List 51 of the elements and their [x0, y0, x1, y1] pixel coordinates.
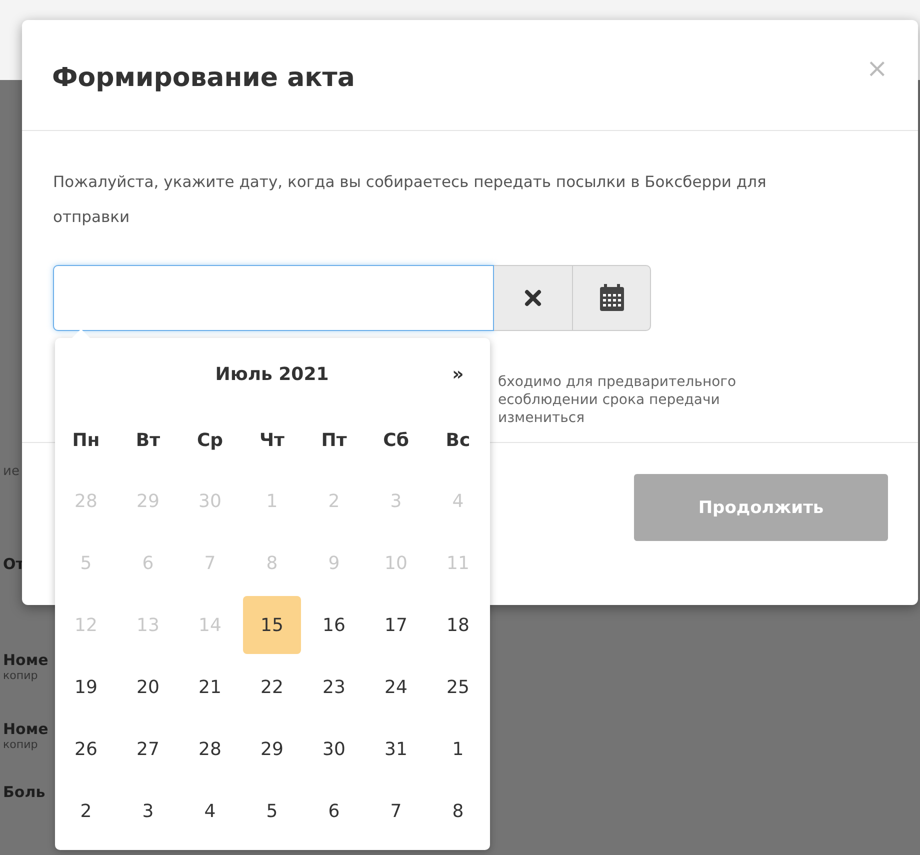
- calendar-day[interactable]: 4: [181, 782, 239, 840]
- calendar-day[interactable]: 27: [119, 720, 177, 778]
- calendar-day[interactable]: 6: [305, 782, 363, 840]
- calendar-day[interactable]: 18: [429, 596, 487, 654]
- weekday-label: Пт: [320, 430, 348, 450]
- weekday-label: Чт: [258, 430, 286, 450]
- calendar-day[interactable]: 22: [243, 658, 301, 716]
- dialog-title: Формирование акта: [52, 63, 355, 93]
- clear-button[interactable]: [494, 265, 573, 331]
- calendar-day[interactable]: 16: [305, 596, 363, 654]
- close-icon: [524, 289, 542, 307]
- note-text: бходимо для предварительного: [498, 373, 736, 391]
- instruction-text: Пожалуйста, укажите дату, когда вы собираетесь передать посылки в Боксберри для отправки: [53, 172, 768, 228]
- calendar-day[interactable]: 5: [243, 782, 301, 840]
- note-text: измениться: [498, 409, 584, 427]
- calendar-day[interactable]: 25: [429, 658, 487, 716]
- month-title: Июль 2021: [215, 364, 329, 384]
- page-text: копир: [3, 738, 38, 751]
- calendar-day[interactable]: 3: [119, 782, 177, 840]
- next-month-button[interactable]: »: [446, 362, 470, 386]
- calendar-day[interactable]: 29: [243, 720, 301, 778]
- note-text: есоблюдении срока передачи: [498, 391, 720, 409]
- weekday-label: Ср: [196, 430, 224, 450]
- page-text: Номе: [3, 720, 48, 738]
- calendar-day[interactable]: 23: [305, 658, 363, 716]
- calendar-button[interactable]: [573, 265, 651, 331]
- calendar-day[interactable]: 21: [181, 658, 239, 716]
- page-text: копир: [3, 669, 38, 682]
- weekday-label: Сб: [382, 430, 410, 450]
- page-text: От: [3, 555, 24, 573]
- calendar-day[interactable]: 31: [367, 720, 425, 778]
- calendar-icon: [598, 284, 624, 312]
- calendar-day[interactable]: 20: [119, 658, 177, 716]
- weekday-label: Вт: [134, 430, 162, 450]
- weekday-label: Вс: [444, 430, 472, 450]
- calendar-day[interactable]: 15: [243, 596, 301, 654]
- calendar-day[interactable]: 24: [367, 658, 425, 716]
- calendar-day[interactable]: 7: [367, 782, 425, 840]
- calendar-day[interactable]: 1: [429, 720, 487, 778]
- page-text: Боль: [3, 783, 46, 801]
- page-text: ие: [3, 464, 20, 479]
- calendar-day[interactable]: 28: [181, 720, 239, 778]
- weekday-label: Пн: [71, 430, 101, 450]
- calendar-day[interactable]: 30: [305, 720, 363, 778]
- calendar-day[interactable]: 2: [57, 782, 115, 840]
- page-text: Номе: [3, 651, 48, 669]
- date-field[interactable]: [53, 265, 494, 331]
- calendar-day[interactable]: 8: [429, 782, 487, 840]
- calendar-day[interactable]: 26: [57, 720, 115, 778]
- calendar-day[interactable]: 17: [367, 596, 425, 654]
- calendar-day[interactable]: 19: [57, 658, 115, 716]
